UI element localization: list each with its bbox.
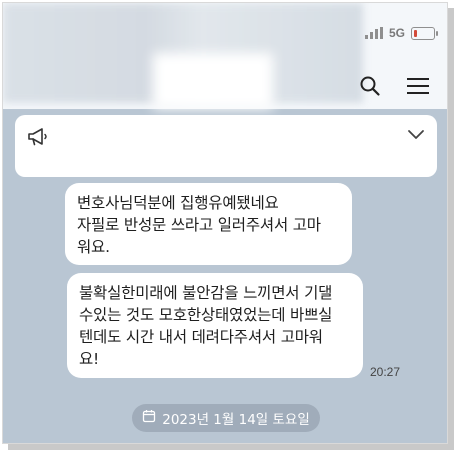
message-timestamp: 20:27 [370,365,401,379]
message-bubble[interactable]: 변호사님덕분에 집행유예됐네요 자필로 반성문 쓰라고 일러주셔서 고마 워요. [65,183,352,265]
message-line: 자필로 반성문 쓰라고 일러주셔서 고마 [77,216,321,234]
calendar-icon [142,409,156,427]
message-line: 텐데도 시간 내서 데려다주셔서 고마워 [79,328,323,346]
search-icon[interactable] [357,73,383,99]
top-bar: 5G [3,3,447,109]
chevron-down-icon[interactable] [407,127,425,146]
chat-screen: 5G 변호사님덕분에 집행유예됐네요 자필로 반성문 쓰라고 일러주셔서 고마 … [2,2,448,444]
network-label: 5G [388,26,405,40]
blurred-highlight [153,53,273,109]
battery-level-fill [414,29,418,37]
message-line: 수있는 것도 모호한상태였었는데 바쁘실 [79,306,333,324]
date-divider: 2023년 1월 14일 토요일 [132,404,320,432]
message-line: 변호사님덕분에 집행유예됐네요 [77,194,279,212]
header-actions [357,73,431,99]
signal-icon [364,27,383,39]
status-bar: 5G [364,25,438,41]
message-line: 불확실한미래에 불안감을 느끼면서 기댈 [79,284,333,302]
message-line: 워요. [77,238,110,256]
date-label: 2023년 1월 14일 토요일 [162,412,310,428]
battery-icon [411,26,438,40]
message-line: 요! [79,350,100,368]
message-bubble[interactable]: 불확실한미래에 불안감을 느끼면서 기댈 수있는 것도 모호한상태였었는데 바쁘… [67,273,363,378]
menu-icon[interactable] [405,73,431,99]
notice-bar[interactable] [15,115,437,177]
megaphone-icon [27,127,49,151]
